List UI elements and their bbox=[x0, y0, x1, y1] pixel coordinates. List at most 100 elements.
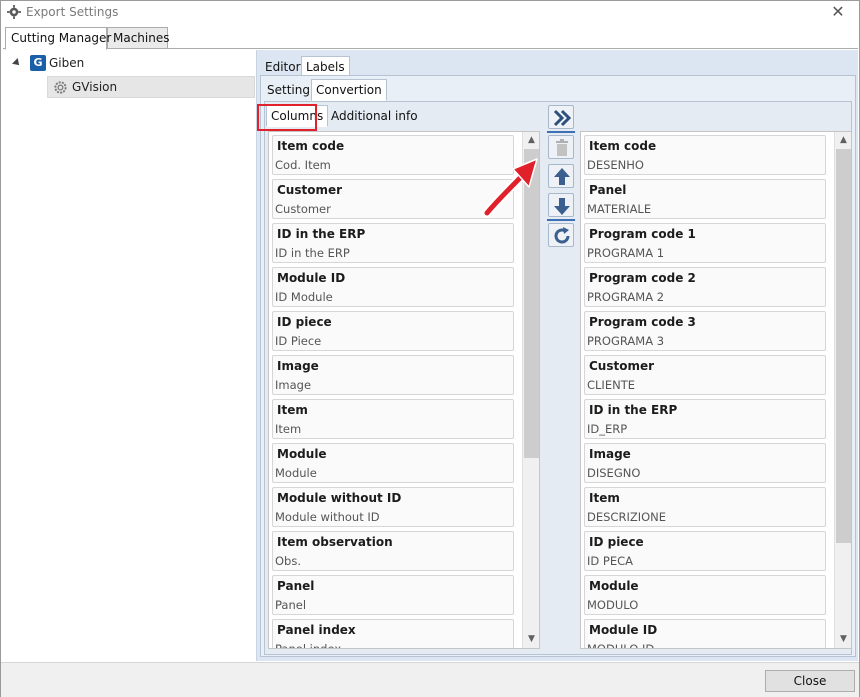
tree-item-label: GVision bbox=[72, 80, 118, 94]
arrow-up-icon bbox=[554, 168, 570, 185]
column-name: Item bbox=[277, 403, 308, 417]
column-mapping: PROGRAMA 1 bbox=[587, 246, 665, 260]
column-name: Item bbox=[589, 491, 620, 505]
column-card[interactable]: Item DESCRIZIONE bbox=[584, 487, 826, 527]
column-name: Customer bbox=[589, 359, 655, 373]
column-card[interactable]: Module ID ID Module bbox=[272, 267, 514, 307]
column-card[interactable]: Module without ID Module without ID bbox=[272, 487, 514, 527]
column-name: Item observation bbox=[277, 535, 393, 549]
column-card[interactable]: Module MODULO bbox=[584, 575, 826, 615]
column-name: Image bbox=[277, 359, 319, 373]
reset-button[interactable] bbox=[548, 223, 574, 247]
column-card[interactable]: Item code DESENHO bbox=[584, 135, 826, 175]
convertion-panel: Columns Additional info Panel index Panel… bbox=[264, 101, 852, 655]
column-name: Panel bbox=[277, 579, 315, 593]
gear-icon bbox=[7, 5, 21, 19]
column-mapping: ID PECA bbox=[587, 554, 633, 568]
move-up-button[interactable] bbox=[548, 164, 574, 188]
column-mapping: MODULO ID bbox=[587, 642, 655, 649]
column-name: Module bbox=[277, 447, 327, 461]
column-card[interactable]: Customer CLIENTE bbox=[584, 355, 826, 395]
column-card[interactable]: ID in the ERP ID_ERP bbox=[584, 399, 826, 439]
column-mapping: Customer bbox=[275, 202, 331, 216]
tab-setting[interactable]: Setting bbox=[262, 79, 315, 101]
column-card[interactable]: Program code 2 PROGRAMA 2 bbox=[584, 267, 826, 307]
window-title: Export Settings bbox=[26, 5, 119, 19]
column-card[interactable]: Program code 1 PROGRAMA 1 bbox=[584, 223, 826, 263]
right-scrollbar[interactable]: ▲ ▼ bbox=[834, 132, 851, 648]
column-mapping: Panel bbox=[275, 598, 307, 612]
column-card[interactable]: Panel MATERIALE bbox=[584, 179, 826, 219]
column-name: Customer bbox=[277, 183, 343, 197]
column-name: Program code 3 bbox=[589, 315, 696, 329]
delete-button[interactable] bbox=[548, 135, 574, 159]
column-mapping: PROGRAMA 3 bbox=[587, 334, 665, 348]
gear-icon bbox=[54, 81, 67, 94]
scroll-down-icon[interactable]: ▼ bbox=[523, 631, 539, 648]
selected-columns-list[interactable]: Module ID MODULO ID Module MODULO ID piece ID… bbox=[580, 131, 852, 649]
tab-machines[interactable]: Machines bbox=[107, 27, 169, 49]
column-mapping: ID Piece bbox=[275, 334, 322, 348]
column-mapping: DISEGNO bbox=[587, 466, 641, 480]
tree-item-giben[interactable]: G Giben bbox=[3, 52, 253, 74]
column-name: Item code bbox=[277, 139, 345, 153]
expand-arrow-icon[interactable] bbox=[12, 58, 22, 68]
column-name: Item code bbox=[589, 139, 657, 153]
column-name: Module ID bbox=[589, 623, 658, 637]
column-card[interactable]: Item Item bbox=[272, 399, 514, 439]
add-all-button[interactable] bbox=[548, 105, 574, 129]
column-name: Program code 2 bbox=[589, 271, 696, 285]
toolbar-separator bbox=[547, 131, 575, 133]
tab-cutting-manager[interactable]: Cutting Manager bbox=[5, 27, 111, 50]
column-card[interactable]: ID in the ERP ID in the ERP bbox=[272, 223, 514, 263]
trash-icon bbox=[556, 139, 568, 156]
column-mapping: ID in the ERP bbox=[275, 246, 350, 260]
column-card[interactable]: Image Image bbox=[272, 355, 514, 395]
tab-additional-info[interactable]: Additional info bbox=[326, 105, 423, 127]
column-card[interactable]: Panel Panel bbox=[272, 575, 514, 615]
column-name: Panel bbox=[589, 183, 627, 197]
tab-convertion[interactable]: Convertion bbox=[311, 79, 387, 101]
column-card[interactable]: Module ID MODULO ID bbox=[584, 619, 826, 649]
column-card[interactable]: Customer Customer bbox=[272, 179, 514, 219]
scroll-down-icon[interactable]: ▼ bbox=[835, 631, 851, 648]
column-card[interactable]: ID piece ID PECA bbox=[584, 531, 826, 571]
column-card[interactable]: Panel index Panel index bbox=[272, 619, 514, 648]
column-mapping: MODULO bbox=[587, 598, 639, 612]
machine-tree: G Giben GVision bbox=[3, 49, 255, 661]
title-bar: Export Settings ✕ bbox=[1, 1, 859, 25]
column-mapping: DESCRIZIONE bbox=[587, 510, 667, 524]
toolbar-separator bbox=[547, 219, 575, 221]
scroll-up-icon[interactable]: ▲ bbox=[523, 132, 539, 149]
settings-panel: Editor Labels Setting Convertion Columns… bbox=[256, 50, 858, 661]
move-down-button[interactable] bbox=[548, 193, 574, 217]
column-card[interactable]: Program code 3 PROGRAMA 3 bbox=[584, 311, 826, 351]
column-name: Image bbox=[589, 447, 631, 461]
scroll-thumb[interactable] bbox=[836, 149, 851, 543]
column-card[interactable]: Module Module bbox=[272, 443, 514, 483]
column-name: Panel index bbox=[277, 623, 356, 637]
column-mapping: Module without ID bbox=[275, 510, 380, 524]
column-mapping: ID_ERP bbox=[587, 422, 628, 436]
column-name: ID in the ERP bbox=[589, 403, 678, 417]
column-mapping: Image bbox=[275, 378, 312, 392]
column-card[interactable]: Image DISEGNO bbox=[584, 443, 826, 483]
column-card[interactable]: ID piece ID Piece bbox=[272, 311, 514, 351]
column-mapping: MATERIALE bbox=[587, 202, 652, 216]
column-name: ID in the ERP bbox=[277, 227, 366, 241]
column-mapping: Obs. bbox=[275, 554, 301, 568]
tab-columns[interactable]: Columns bbox=[266, 105, 329, 127]
column-mapping: Item bbox=[275, 422, 302, 436]
close-window-icon[interactable]: ✕ bbox=[827, 2, 849, 24]
red-arrow-annotation bbox=[482, 158, 538, 218]
column-mapping: Cod. Item bbox=[275, 158, 331, 172]
close-button[interactable]: Close bbox=[765, 670, 855, 692]
column-card[interactable]: Item observation Obs. bbox=[272, 531, 514, 571]
scroll-up-icon[interactable]: ▲ bbox=[835, 132, 851, 149]
double-chevron-right-icon bbox=[553, 109, 572, 127]
column-mapping: Module bbox=[275, 466, 317, 480]
giben-logo-icon: G bbox=[30, 55, 46, 71]
tree-item-gvision[interactable]: GVision bbox=[47, 76, 255, 98]
column-card[interactable]: Item code Cod. Item bbox=[272, 135, 514, 175]
labels-panel: Setting Convertion Columns Additional in… bbox=[260, 75, 856, 657]
